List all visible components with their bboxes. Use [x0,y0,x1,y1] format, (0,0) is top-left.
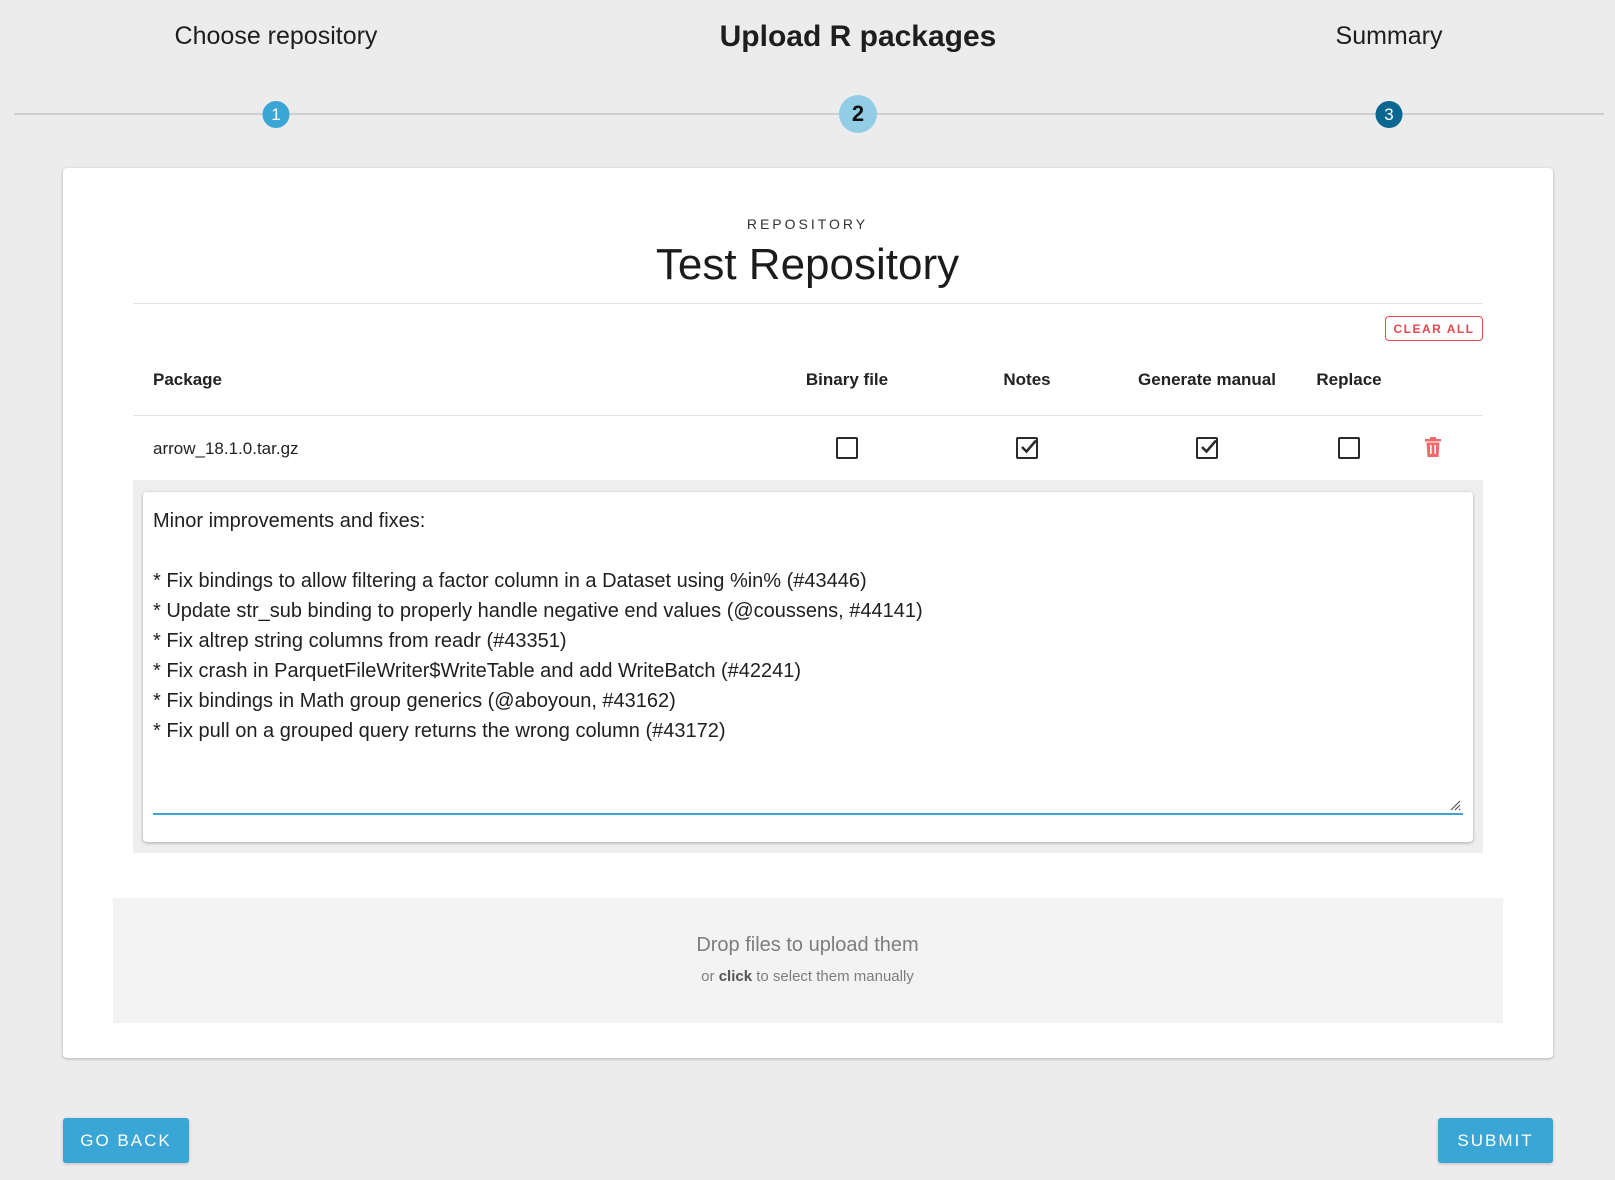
step-indicator-1[interactable]: 1 [262,101,290,128]
go-back-button[interactable]: GO BACK [63,1118,189,1163]
checkmark-icon [1021,439,1037,454]
step-title-choose-repository[interactable]: Choose repository [175,22,378,51]
notes-panel [133,480,1483,853]
submit-button[interactable]: SUBMIT [1438,1118,1553,1163]
clear-all-button[interactable]: CLEAR ALL [1385,316,1483,341]
step-title-summary[interactable]: Summary [1336,22,1443,51]
step-indicator-3[interactable]: 3 [1375,101,1403,128]
repository-name: Test Repository [655,240,960,289]
step-title-upload-packages[interactable]: Upload R packages [720,20,997,54]
column-header-replace: Replace [1316,370,1382,389]
checkmark-icon [1201,439,1217,454]
resize-handle-icon[interactable] [1449,799,1461,811]
column-header-binary-file: Binary file [805,370,889,389]
notes-card [143,492,1473,842]
stepper: Choose repository 1 Upload R packages 2 … [0,0,1615,150]
file-dropzone[interactable] [113,898,1503,1023]
step-indicator-2[interactable]: 2 [839,95,877,133]
notes-checkbox[interactable] [1016,437,1038,459]
notes-focus-underline [153,813,1463,815]
notes-textarea[interactable] [153,506,1458,818]
header-divider [133,303,1483,304]
dropzone-sub-suffix: to select them manually [752,968,914,985]
dropzone-sub-prefix: or [701,968,719,985]
binary-file-checkbox[interactable] [836,437,858,459]
dropzone-main-text: Drop files to upload them [696,934,919,956]
generate-manual-checkbox[interactable] [1196,437,1218,459]
column-header-notes: Notes [1003,370,1051,389]
stepper-line [14,113,1604,115]
column-header-package: Package [153,370,222,389]
replace-checkbox[interactable] [1338,437,1360,459]
dropzone-sub-text: or click to select them manually [0,968,1615,985]
column-header-generate-manual: Generate manual [1138,370,1276,389]
repository-caption: REPOSITORY [746,216,869,232]
dropzone-click-label[interactable]: click [719,968,752,985]
package-filename: arrow_18.1.0.tar.gz [153,439,299,458]
trash-icon[interactable] [1425,437,1441,457]
table-header-divider [133,415,1483,416]
